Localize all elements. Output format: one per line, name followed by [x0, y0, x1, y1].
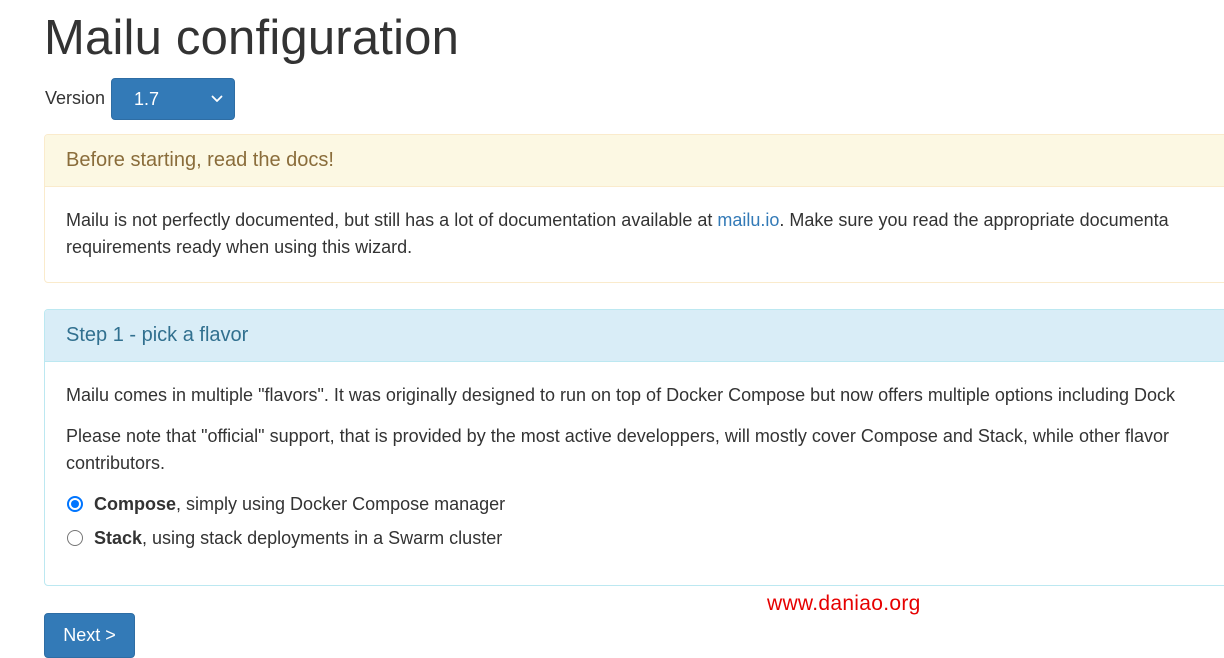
step1-panel-body: Mailu comes in multiple "flavors". It wa… [45, 362, 1224, 575]
next-button[interactable]: Next > [44, 613, 135, 658]
mailu-docs-link[interactable]: mailu.io [717, 210, 779, 230]
support-text-line1: Please note that "official" support, tha… [66, 426, 1169, 446]
step1-panel-heading: Step 1 - pick a flavor [45, 310, 1224, 362]
docs-text-before-link: Mailu is not perfectly documented, but s… [66, 210, 718, 230]
page-title: Mailu configuration [44, 11, 460, 65]
compose-option-description: , simply using Docker Compose manager [176, 493, 506, 514]
flavors-paragraph: Mailu comes in multiple "flavors". It wa… [66, 385, 1175, 405]
docs-panel-body: Mailu is not perfectly documented, but s… [45, 187, 1224, 281]
flavor-option-compose[interactable]: Compose, simply using Docker Compose man… [66, 487, 1222, 521]
step1-panel: Step 1 - pick a flavor Mailu comes in mu… [44, 309, 1224, 586]
stack-option-description: , using stack deployments in a Swarm clu… [142, 527, 503, 548]
support-paragraph: Please note that "official" support, tha… [66, 423, 1222, 477]
support-text-line2: contributors. [66, 453, 166, 473]
flavor-option-stack[interactable]: Stack, using stack deployments in a Swar… [66, 521, 1222, 555]
docs-panel: Before starting, read the docs! Mailu is… [44, 134, 1224, 283]
docs-text-after-link: . Make sure you read the appropriate doc… [779, 210, 1169, 230]
stack-radio[interactable] [67, 530, 83, 546]
compose-option-name: Compose [94, 493, 177, 514]
version-select[interactable]: 1.7 [111, 78, 236, 120]
version-row: Version 1.7 [45, 78, 236, 120]
watermark-text: www.daniao.org [767, 592, 921, 615]
chevron-down-icon [210, 92, 224, 106]
docs-panel-heading: Before starting, read the docs! [45, 135, 1224, 187]
page: Mailu configuration Version 1.7 Before s… [0, 0, 1224, 658]
compose-radio[interactable] [67, 496, 83, 512]
docs-text-line2: requirements ready when using this wizar… [66, 237, 413, 257]
version-label: Version [45, 87, 106, 108]
docs-paragraph: Mailu is not perfectly documented, but s… [66, 207, 1222, 261]
version-selected-value: 1.7 [134, 88, 160, 109]
stack-option-name: Stack [94, 527, 143, 548]
